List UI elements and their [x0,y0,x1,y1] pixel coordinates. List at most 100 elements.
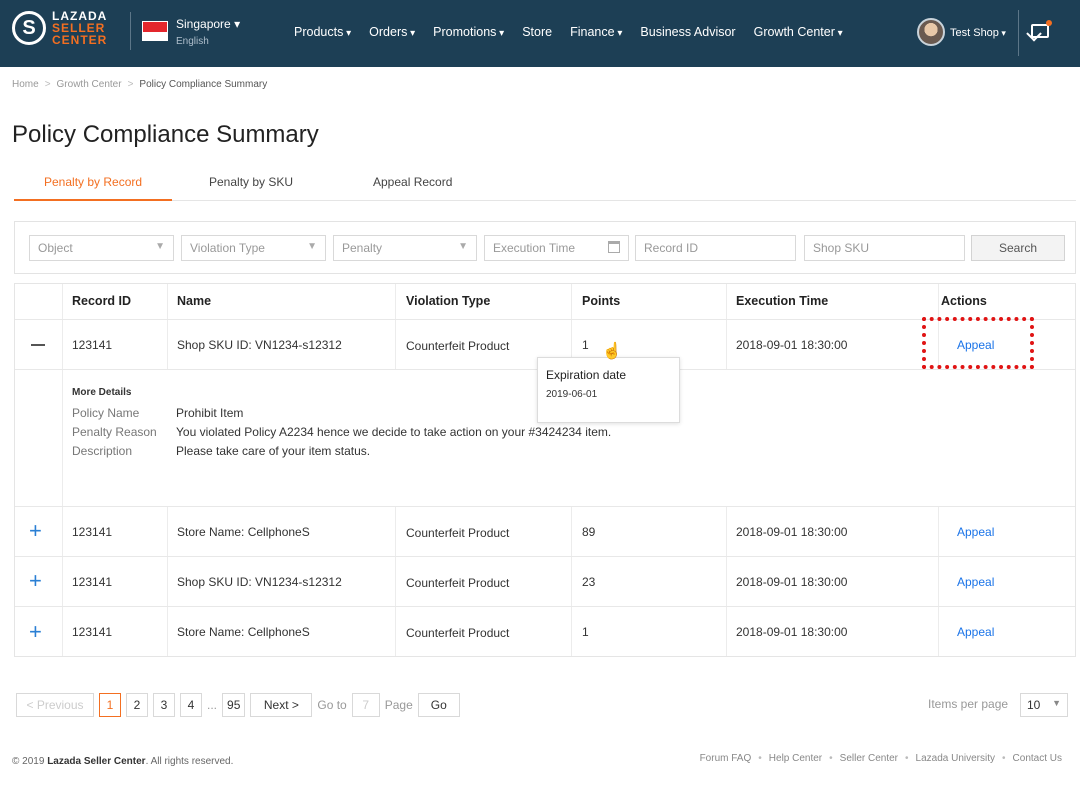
breadcrumb-separator-icon: > [44,79,51,90]
header-points: Points [582,294,621,308]
footer-link-lazada-university[interactable]: Lazada University [916,753,995,764]
tooltip-date: 2019-06-01 [546,389,598,400]
tab-appeal-record[interactable]: Appeal Record [373,175,452,189]
nav-orders[interactable]: Orders [369,25,415,39]
page-1-button[interactable]: 1 [99,693,121,717]
column-divider [571,506,572,656]
cell-points[interactable]: 1 [582,625,589,639]
appeal-link[interactable]: Appeal [957,575,994,589]
cell-points[interactable]: 23 [582,575,595,589]
nav-store[interactable]: Store [522,25,552,39]
details-row: Description Please take care of your item… [72,444,371,458]
footer-link-contact-us[interactable]: Contact Us [1013,753,1062,764]
page-title: Policy Compliance Summary [12,121,319,148]
nav-promotions[interactable]: Promotions [433,25,504,39]
breadcrumb-home[interactable]: Home [12,79,39,90]
go-button[interactable]: Go [417,693,460,717]
column-divider [395,506,396,656]
expand-plus-icon[interactable]: + [29,570,42,592]
nav-growth-center[interactable]: Growth Center [754,25,843,39]
execution-time-picker[interactable]: Execution Time [484,235,629,261]
page-2-button[interactable]: 2 [126,693,148,717]
page-label: Page [384,698,413,712]
cell-violation-type: Counterfeit Product [406,576,510,590]
footer-link-help-center[interactable]: Help Center [769,753,822,764]
column-divider [938,506,939,656]
tab-penalty-by-record[interactable]: Penalty by Record [44,175,142,189]
shop-sku-input[interactable]: Shop SKU [804,235,965,261]
lazada-logo[interactable]: S LAZADA SELLER CENTER [12,10,107,46]
details-row: Policy Name Prohibit Item [72,406,244,420]
search-button[interactable]: Search [971,235,1065,261]
page-95-button[interactable]: 95 [222,693,246,717]
record-id-input[interactable]: Record ID [635,235,796,261]
header-divider-right [1018,10,1019,56]
tab-bar: Penalty by Record Penalty by SKU Appeal … [14,165,1076,201]
cell-violation-type: Counterfeit Product [406,626,510,640]
penalty-select[interactable]: Penalty ▼ [333,235,477,261]
cell-name: Store Name: CellphoneS [177,525,310,539]
expand-plus-icon[interactable]: + [29,621,42,643]
appeal-link[interactable]: Appeal [957,525,994,539]
previous-button[interactable]: < Previous [16,693,94,717]
row-divider [15,556,1075,557]
logo-icon: S [12,11,46,45]
column-divider [726,284,727,319]
cell-record-id: 123141 [72,525,113,539]
header-actions: Actions [941,294,987,308]
nav-products[interactable]: Products [294,25,351,39]
top-nav-bar: S LAZADA SELLER CENTER Singapore ▾ Engli… [0,0,1080,67]
appeal-highlight-box [922,317,1034,369]
goto-page-input[interactable]: 7 [351,693,380,717]
footer-separator-icon: • [829,753,833,764]
row-details-panel: More Details Policy Name Prohibit Item Pe… [72,387,611,461]
column-divider [726,319,727,369]
nav-business-advisor[interactable]: Business Advisor [640,25,735,39]
column-divider [167,319,168,369]
tab-penalty-by-sku[interactable]: Penalty by SKU [209,175,293,189]
breadcrumb-growth-center[interactable]: Growth Center [57,79,122,90]
breadcrumb: Home > Growth Center > Policy Compliance Sum… [12,79,267,90]
footer-separator-icon: • [1002,753,1006,764]
cell-violation-type: Counterfeit Product [406,339,510,353]
singapore-flag-icon[interactable] [142,21,168,41]
chevron-down-icon: ▼ [155,241,165,252]
pagination: < Previous 1 2 3 4 ... 95 Next > Go to 7… [16,693,465,717]
breadcrumb-separator-icon: > [127,79,134,90]
records-table: Record ID Name Violation Type Points Exe… [14,283,1076,657]
mail-icon[interactable] [1031,20,1052,38]
cell-points[interactable]: 1 [582,338,589,352]
nav-finance[interactable]: Finance [570,25,622,39]
chevron-down-icon: ▼ [307,241,317,252]
avatar[interactable] [917,18,945,46]
expiration-tooltip: Expiration date 2019-06-01 [537,357,680,423]
collapse-icon[interactable] [31,344,45,346]
page-3-button[interactable]: 3 [153,693,175,717]
footer-link-forum-faq[interactable]: Forum FAQ [700,753,752,764]
appeal-link[interactable]: Appeal [957,625,994,639]
next-button[interactable]: Next > [250,693,313,717]
object-select[interactable]: Object ▼ [29,235,174,261]
country-selector[interactable]: Singapore ▾ [176,17,240,31]
calendar-icon [608,241,620,253]
row-divider [15,606,1075,607]
footer-links: Forum FAQ • Help Center • Seller Center • L… [700,753,1062,764]
column-divider [62,284,63,656]
details-row: Penalty Reason You violated Policy A2234 … [72,425,612,439]
cell-execution-time: 2018-09-01 18:30:00 [736,625,848,639]
page-4-button[interactable]: 4 [180,693,202,717]
column-divider [167,506,168,656]
active-tab-indicator [14,199,172,201]
shop-menu[interactable]: Test Shop [950,27,1006,39]
footer-link-seller-center[interactable]: Seller Center [840,753,898,764]
logo-text-line-3: CENTER [52,33,108,47]
details-heading: More Details [72,387,132,398]
header-violation-type: Violation Type [406,294,491,308]
cell-points[interactable]: 89 [582,525,595,539]
header-divider [130,12,131,50]
expand-plus-icon[interactable]: + [29,520,42,542]
filter-bar: Object ▼ Violation Type ▼ Penalty ▼ Executi… [14,221,1076,274]
violation-type-select[interactable]: Violation Type ▼ [181,235,326,261]
cell-record-id: 123141 [72,625,113,639]
items-per-page-select[interactable]: 10 ▼ [1020,693,1068,717]
